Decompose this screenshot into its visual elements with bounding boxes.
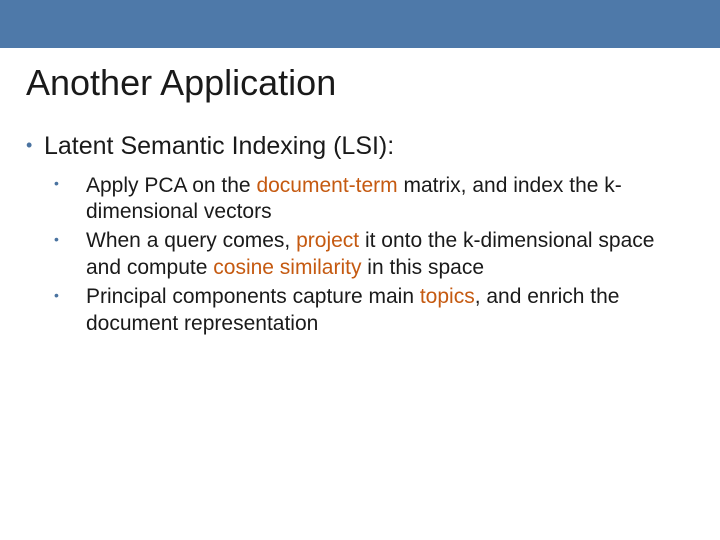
text: Apply PCA on the xyxy=(86,174,256,197)
highlight: topics xyxy=(420,285,475,308)
bullet-icon: • xyxy=(70,231,86,249)
highlight: cosine similarity xyxy=(213,256,361,279)
text: in this space xyxy=(361,256,484,279)
slide-title: Another Application xyxy=(26,62,694,104)
sub-bullet-1: •Apply PCA on the document-term matrix, … xyxy=(70,173,694,227)
highlight: document-term xyxy=(256,174,397,197)
sub-bullet-2: •When a query comes, project it onto the… xyxy=(70,228,694,282)
l1-prefix: Latent Semantic Indexing xyxy=(44,132,326,160)
bullet-icon: • xyxy=(70,175,86,193)
slide-content: Another Application •Latent Semantic Ind… xyxy=(0,48,720,338)
l1-suffix: (LSI): xyxy=(326,132,394,160)
bullet-icon: • xyxy=(26,134,44,157)
sub-bullet-3: •Principal components capture main topic… xyxy=(70,284,694,338)
bullet-l1: •Latent Semantic Indexing (LSI): xyxy=(26,130,694,163)
highlight: project xyxy=(296,229,359,252)
bullet-icon: • xyxy=(70,287,86,305)
text: Principal components capture main xyxy=(86,285,420,308)
sub-bullet-list: •Apply PCA on the document-term matrix, … xyxy=(70,173,694,338)
text: When a query comes, xyxy=(86,229,296,252)
header-band xyxy=(0,0,720,48)
